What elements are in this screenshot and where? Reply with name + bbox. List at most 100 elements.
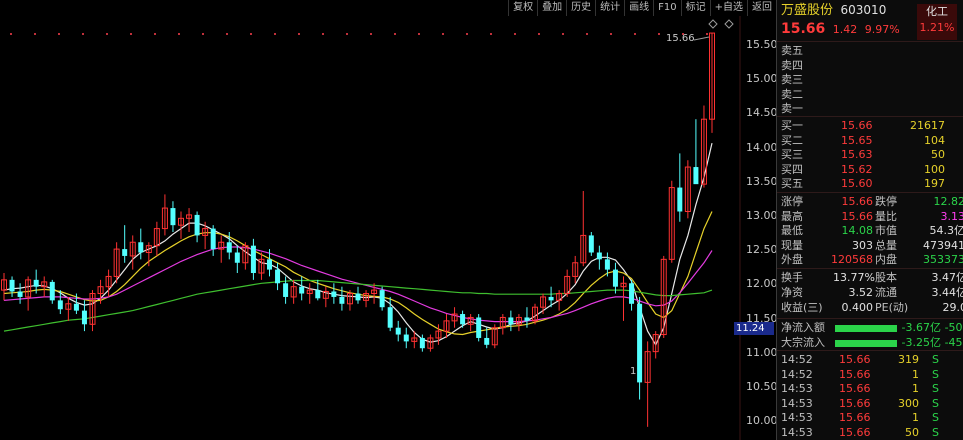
chart-toolbar: 复权 叠加 历史 统计 画线 F10 标记 +自选 返回 <box>508 0 776 16</box>
toolbar-button[interactable]: 叠加 <box>537 0 566 16</box>
price-tick-label: 13.00 <box>746 209 778 222</box>
tick-row[interactable]: 14:53 15.66 1 S <box>781 382 963 396</box>
candle-body <box>331 291 337 297</box>
sector-tag-name: 化工 <box>926 5 948 18</box>
marker-dot <box>346 33 348 35</box>
marker-dot <box>394 33 396 35</box>
tick-price: 15.66 <box>839 396 871 410</box>
tick-price: 15.66 <box>839 425 871 439</box>
buy-row[interactable]: 买一 15.66 21617 <box>781 119 961 133</box>
toolbar-button[interactable]: 统计 <box>595 0 624 16</box>
tick-row[interactable]: 14:52 15.66 1 S <box>781 368 963 382</box>
tick-volume: 1 <box>912 382 919 395</box>
toolbar-button[interactable]: +自选 <box>709 0 747 16</box>
flow-row[interactable]: 大宗流入 -3.25亿-45% <box>781 336 963 350</box>
toolbar-button[interactable]: 画线 <box>624 0 653 16</box>
candle-body <box>637 303 643 383</box>
candle-body <box>57 300 63 310</box>
tick-row[interactable]: 14:53 15.66 1 S <box>781 411 963 425</box>
marker-dot <box>202 33 204 35</box>
tick-volume: 50 <box>905 425 919 439</box>
candle-body <box>379 290 385 308</box>
candle-body <box>548 296 554 301</box>
tick-price: 15.66 <box>839 353 871 366</box>
stat-value: 29.0 <box>942 301 963 314</box>
sector-tag-pct: 1.21% <box>919 21 955 34</box>
sell-row[interactable]: 卖四 <box>781 59 803 73</box>
stat-row: 净资 3.52流通 3.44亿 <box>781 286 963 300</box>
marker-dot <box>298 33 300 35</box>
stat-value: 14.08 <box>841 224 874 237</box>
candle-body <box>33 279 39 287</box>
marker-dot <box>490 33 492 35</box>
flow-bar <box>835 339 897 347</box>
candle-body <box>524 317 530 321</box>
buy-row[interactable]: 买四 15.62 100 <box>781 163 961 177</box>
toolbar-button[interactable]: 返回 <box>747 0 776 16</box>
candle-body <box>693 167 699 185</box>
marker-dot <box>634 33 636 35</box>
candle-body <box>419 337 425 349</box>
buy-row-label: 买二 <box>781 133 803 147</box>
stat-label: 最高 <box>781 209 803 223</box>
candle-body <box>339 296 345 304</box>
candle-body <box>170 208 176 226</box>
current-price: 15.66 <box>781 21 826 37</box>
buy-row-volume: 50 <box>931 148 945 161</box>
marker-dot <box>562 33 564 35</box>
candle-body <box>283 283 289 297</box>
flow-pct: -45% <box>944 336 963 349</box>
buy-row-volume: 197 <box>924 177 945 190</box>
candle-body <box>484 337 490 345</box>
buy-row[interactable]: 买二 15.65 104 <box>781 134 961 148</box>
kline-chart[interactable]: 1 <box>0 0 776 440</box>
sell-row[interactable]: 卖二 <box>781 88 803 102</box>
marker-dot <box>442 33 444 35</box>
toolbar-button[interactable]: F10 <box>653 0 680 16</box>
stat-label: 换手 <box>781 271 803 284</box>
toolbar-button[interactable]: 复权 <box>508 0 537 16</box>
tick-row[interactable]: 14:52 15.66 319 S <box>781 353 963 367</box>
toolbar-button[interactable]: 标记 <box>680 0 710 16</box>
buy-row-price: 15.65 <box>841 133 873 147</box>
low-marker: 1 <box>630 366 636 377</box>
buy-row[interactable]: 买三 15.63 50 <box>781 148 961 162</box>
marker-dot <box>322 33 324 35</box>
tick-row[interactable]: 14:53 15.66 50 S <box>781 426 963 440</box>
candle-body <box>355 293 361 301</box>
stat-label: 内盘 <box>875 253 897 266</box>
quote-panel: 万盛股份 603010 化工 1.21% 15.66 1.42 9.97% 卖五… <box>776 0 963 440</box>
buy-row-price: 15.63 <box>841 148 873 161</box>
tick-side: S <box>932 353 939 366</box>
marker-dot <box>178 33 180 35</box>
flow-label: 大宗流入 <box>781 336 825 349</box>
buy-row-label: 买三 <box>781 148 803 161</box>
sector-tag[interactable]: 化工 1.21% <box>917 4 957 40</box>
tick-side: S <box>932 382 939 395</box>
stat-row: 外盘 120568 内盘 353373 <box>781 253 963 267</box>
sell-row-label: 卖五 <box>781 44 803 57</box>
kline-chart-area[interactable]: 1 复权 叠加 历史 统计 画线 F10 标记 +自选 返回 15.50 15.00 14.50 14… <box>0 0 778 440</box>
buy-row-price: 15.66 <box>841 119 873 132</box>
marker-dot <box>514 33 516 35</box>
marker-dot <box>538 33 540 35</box>
candle-body <box>17 291 23 297</box>
buy-row[interactable]: 买五 15.60 197 <box>781 177 961 191</box>
tick-time: 14:53 <box>781 425 813 439</box>
toolbar-button[interactable]: 历史 <box>566 0 595 16</box>
stat-value: 15.66 <box>841 209 874 223</box>
sell-row[interactable]: 卖三 <box>781 73 803 87</box>
tick-row[interactable]: 14:53 15.66 300 S <box>781 397 963 411</box>
buy-row-label: 买四 <box>781 162 803 176</box>
sell-row[interactable]: 卖一 <box>781 102 803 116</box>
moving-average-line <box>3 211 713 336</box>
stock-code: 603010 <box>840 3 887 17</box>
flow-row[interactable]: 净流入额 -3.67亿-50% <box>781 321 963 335</box>
stat-value: 12.82 <box>933 195 963 208</box>
price-line: 15.66 1.42 9.97% <box>781 22 900 36</box>
candle-body <box>234 252 240 263</box>
marker-dot <box>418 33 420 35</box>
sell-row[interactable]: 卖五 <box>781 44 803 58</box>
tick-volume: 1 <box>912 367 919 381</box>
price-tick-label: 14.50 <box>746 106 778 120</box>
